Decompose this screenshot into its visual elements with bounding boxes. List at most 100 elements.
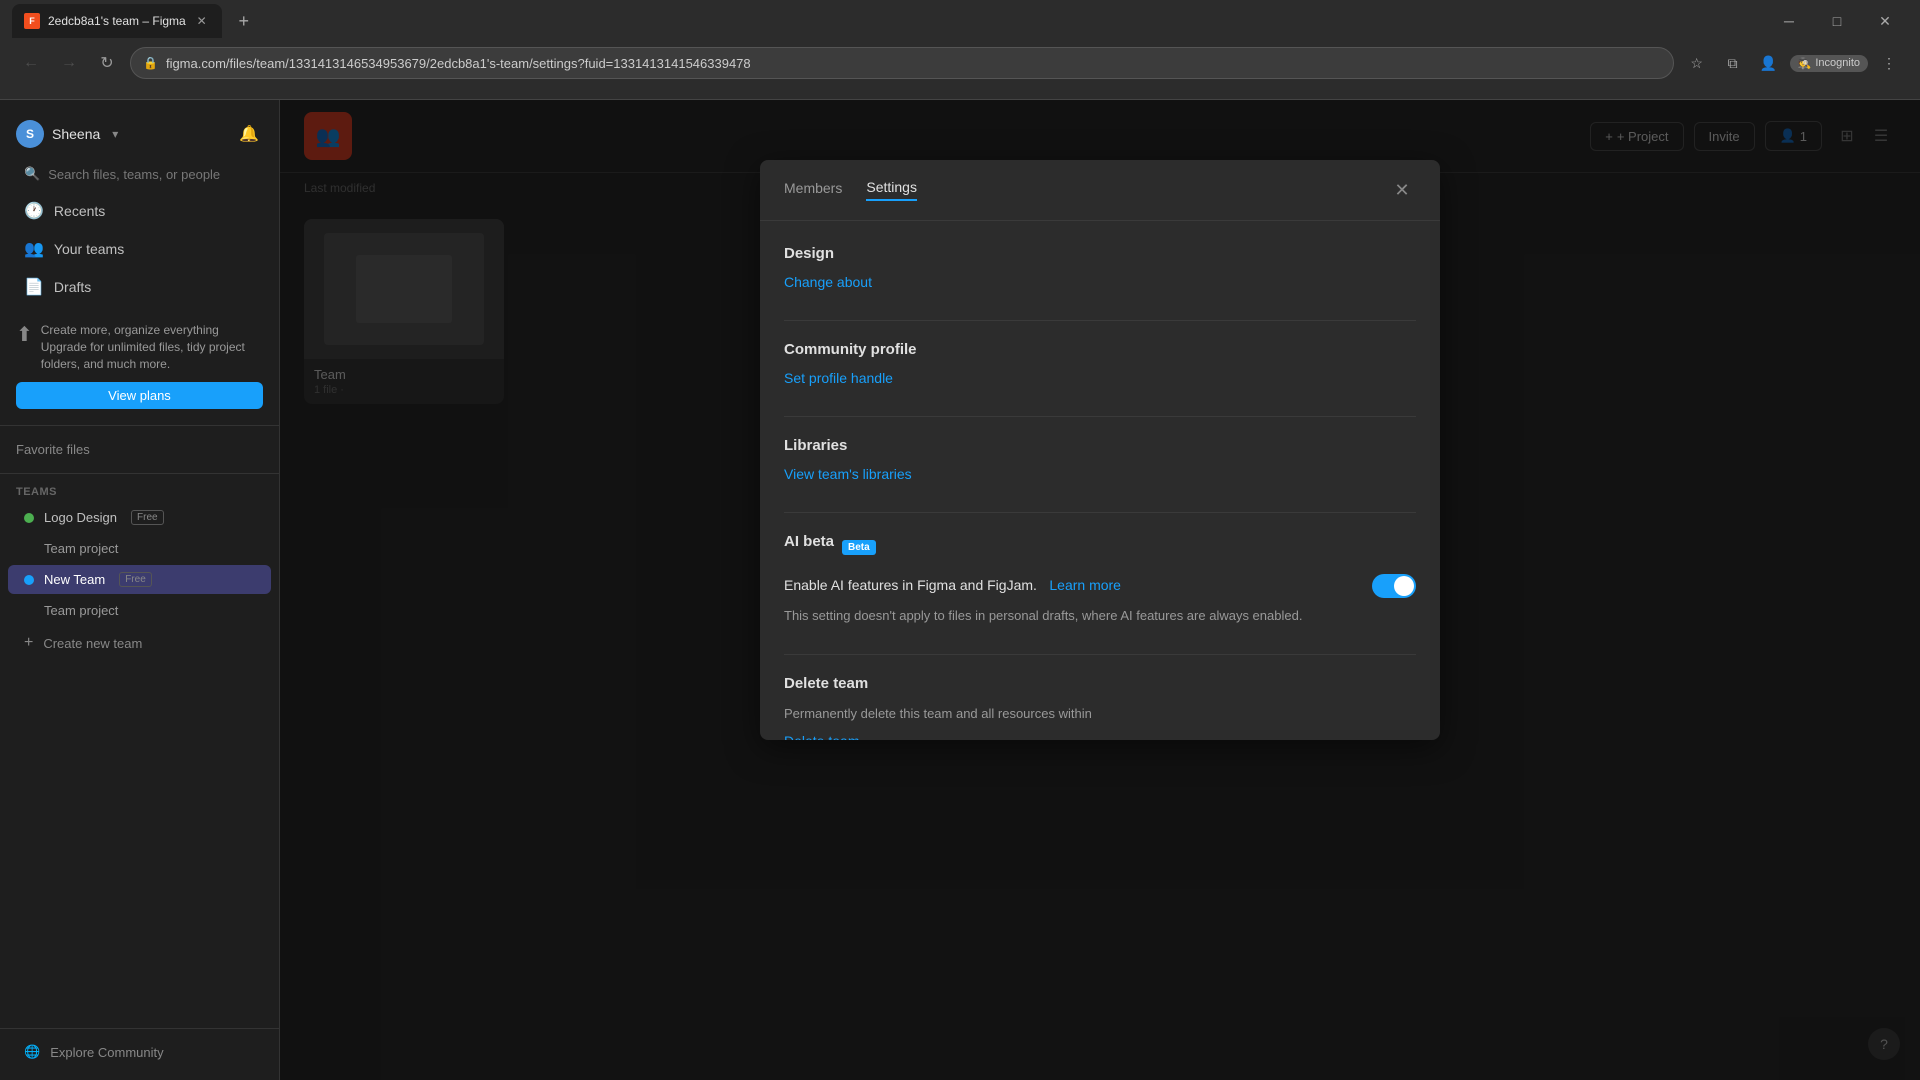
sidebar-team-new-team[interactable]: New Team Free: [8, 565, 271, 594]
browser-titlebar: F 2edcb8a1's team – Figma ✕ + ─ □ ✕: [0, 0, 1920, 42]
minimize-button[interactable]: ─: [1766, 5, 1812, 37]
sidebar-divider-3: [0, 1028, 279, 1029]
modal-tab-members[interactable]: Members: [784, 180, 842, 200]
settings-section-ai-beta: AI beta Beta Enable AI features in Figma…: [784, 533, 1416, 626]
delete-team-description: Permanently delete this team and all res…: [784, 704, 1416, 724]
your-teams-label: Your teams: [54, 241, 124, 257]
recents-icon: 🕐: [24, 201, 44, 221]
team-new-team-badge: Free: [119, 572, 152, 587]
upgrade-box: ⬆ Create more, organize everything Upgra…: [16, 314, 263, 409]
sidebar-item-your-teams[interactable]: 👥 Your teams: [8, 231, 271, 267]
active-tab[interactable]: F 2edcb8a1's team – Figma ✕: [12, 4, 222, 38]
app-container: S Sheena ▾ 🔔 🔍 Search files, teams, or p…: [0, 100, 1920, 1080]
sidebar-divider-2: [0, 473, 279, 474]
settings-divider-3: [784, 512, 1416, 513]
modal-header: Members Settings ✕: [760, 160, 1440, 221]
modal-close-button[interactable]: ✕: [1388, 176, 1416, 204]
team-dot-green: [24, 513, 34, 523]
settings-section-delete-team: Delete team Permanently delete this team…: [784, 675, 1416, 741]
ai-description: This setting doesn't apply to files in p…: [784, 606, 1416, 626]
browser-toolbar: ← → ↻ 🔒 figma.com/files/team/13314131465…: [0, 42, 1920, 84]
your-teams-icon: 👥: [24, 239, 44, 259]
settings-divider-2: [784, 416, 1416, 417]
sidebar-team-logo-design[interactable]: Logo Design Free: [8, 503, 271, 532]
toggle-knob: [1394, 576, 1414, 596]
teams-section-label: Teams: [0, 482, 279, 502]
explore-label: Explore Community: [50, 1045, 163, 1060]
user-avatar: S: [16, 120, 44, 148]
drafts-label: Drafts: [54, 279, 91, 295]
main-content: 👥 + + Project Invite 👤 1 ⊞ ☰: [280, 100, 1920, 1080]
sidebar-search[interactable]: 🔍 Search files, teams, or people: [8, 160, 271, 188]
sidebar-team-project-2[interactable]: Team project: [8, 596, 271, 625]
back-button[interactable]: ←: [16, 48, 46, 78]
delete-team-section-title: Delete team: [784, 675, 1416, 692]
beta-badge: Beta: [842, 540, 876, 555]
settings-section-libraries: Libraries View team's libraries: [784, 437, 1416, 484]
learn-more-link[interactable]: Learn more: [1049, 577, 1121, 593]
recents-label: Recents: [54, 203, 105, 219]
toolbar-icons: ☆ ⧉ 👤 🕵 Incognito ⋮: [1682, 48, 1904, 78]
community-section-title: Community profile: [784, 341, 1416, 358]
sidebar-explore-community[interactable]: 🌐 Explore Community: [8, 1037, 271, 1067]
create-new-team-button[interactable]: + Create new team: [8, 627, 271, 659]
sidebar-item-drafts[interactable]: 📄 Drafts: [8, 269, 271, 305]
chevron-down-icon: ▾: [112, 127, 118, 141]
search-placeholder-text: Search files, teams, or people: [48, 167, 220, 182]
modal-tab-settings[interactable]: Settings: [866, 179, 917, 201]
drafts-icon: 📄: [24, 277, 44, 297]
team-dot-blue: [24, 575, 34, 585]
create-team-label: Create new team: [43, 636, 142, 651]
settings-section-community: Community profile Set profile handle: [784, 341, 1416, 388]
ai-beta-section-title: AI beta: [784, 533, 834, 550]
ai-enable-text: Enable AI features in Figma and FigJam.: [784, 577, 1037, 593]
settings-divider-4: [784, 654, 1416, 655]
sidebar-team-project-1[interactable]: Team project: [8, 534, 271, 563]
address-bar[interactable]: 🔒 figma.com/files/team/13314131465349536…: [130, 47, 1674, 79]
settings-divider-1: [784, 320, 1416, 321]
team-project-1-label: Team project: [44, 541, 118, 556]
incognito-badge: 🕵 Incognito: [1790, 55, 1868, 72]
plus-icon: +: [24, 634, 33, 652]
tab-favicon: F: [24, 13, 40, 29]
sidebar: S Sheena ▾ 🔔 🔍 Search files, teams, or p…: [0, 100, 280, 1080]
extensions-button[interactable]: ⧉: [1718, 48, 1748, 78]
maximize-button[interactable]: □: [1814, 5, 1860, 37]
delete-team-link[interactable]: Delete team: [784, 733, 859, 740]
explore-icon: 🌐: [24, 1044, 40, 1060]
search-icon: 🔍: [24, 166, 40, 182]
sidebar-item-recents[interactable]: 🕐 Recents: [8, 193, 271, 229]
close-button[interactable]: ✕: [1862, 5, 1908, 37]
upgrade-description: Create more, organize everything Upgrade…: [41, 322, 263, 372]
refresh-button[interactable]: ↻: [92, 48, 122, 78]
profile-button[interactable]: 👤: [1754, 48, 1784, 78]
settings-modal: Members Settings ✕ Design Change about C…: [760, 160, 1440, 740]
forward-button[interactable]: →: [54, 48, 84, 78]
notification-bell-icon[interactable]: 🔔: [235, 120, 263, 148]
window-controls: ─ □ ✕: [1766, 5, 1908, 37]
team-logo-design-label: Logo Design: [44, 510, 117, 525]
libraries-section-title: Libraries: [784, 437, 1416, 454]
bookmark-button[interactable]: ☆: [1682, 48, 1712, 78]
favorite-files-label: Favorite files: [0, 434, 279, 465]
browser-menu-button[interactable]: ⋮: [1874, 48, 1904, 78]
browser-chrome: F 2edcb8a1's team – Figma ✕ + ─ □ ✕ ← → …: [0, 0, 1920, 100]
change-about-link[interactable]: Change about: [784, 274, 872, 290]
user-name: Sheena: [52, 126, 100, 142]
team-project-2-label: Team project: [44, 603, 118, 618]
view-libraries-link[interactable]: View team's libraries: [784, 466, 912, 482]
tab-close-button[interactable]: ✕: [194, 13, 210, 29]
upgrade-icon: ⬆: [16, 322, 33, 347]
view-plans-sidebar-button[interactable]: View plans: [16, 382, 263, 409]
set-profile-handle-link[interactable]: Set profile handle: [784, 370, 893, 386]
team-new-team-label: New Team: [44, 572, 105, 587]
lock-icon: 🔒: [143, 56, 158, 70]
settings-section-design: Design Change about: [784, 245, 1416, 292]
modal-overlay[interactable]: Members Settings ✕ Design Change about C…: [280, 100, 1920, 1080]
modal-body: Design Change about Community profile Se…: [760, 221, 1440, 740]
sidebar-divider-1: [0, 425, 279, 426]
tab-title: 2edcb8a1's team – Figma: [48, 14, 186, 28]
ai-toggle-switch[interactable]: [1372, 574, 1416, 598]
new-tab-button[interactable]: +: [230, 7, 258, 35]
design-section-title: Design: [784, 245, 1416, 262]
